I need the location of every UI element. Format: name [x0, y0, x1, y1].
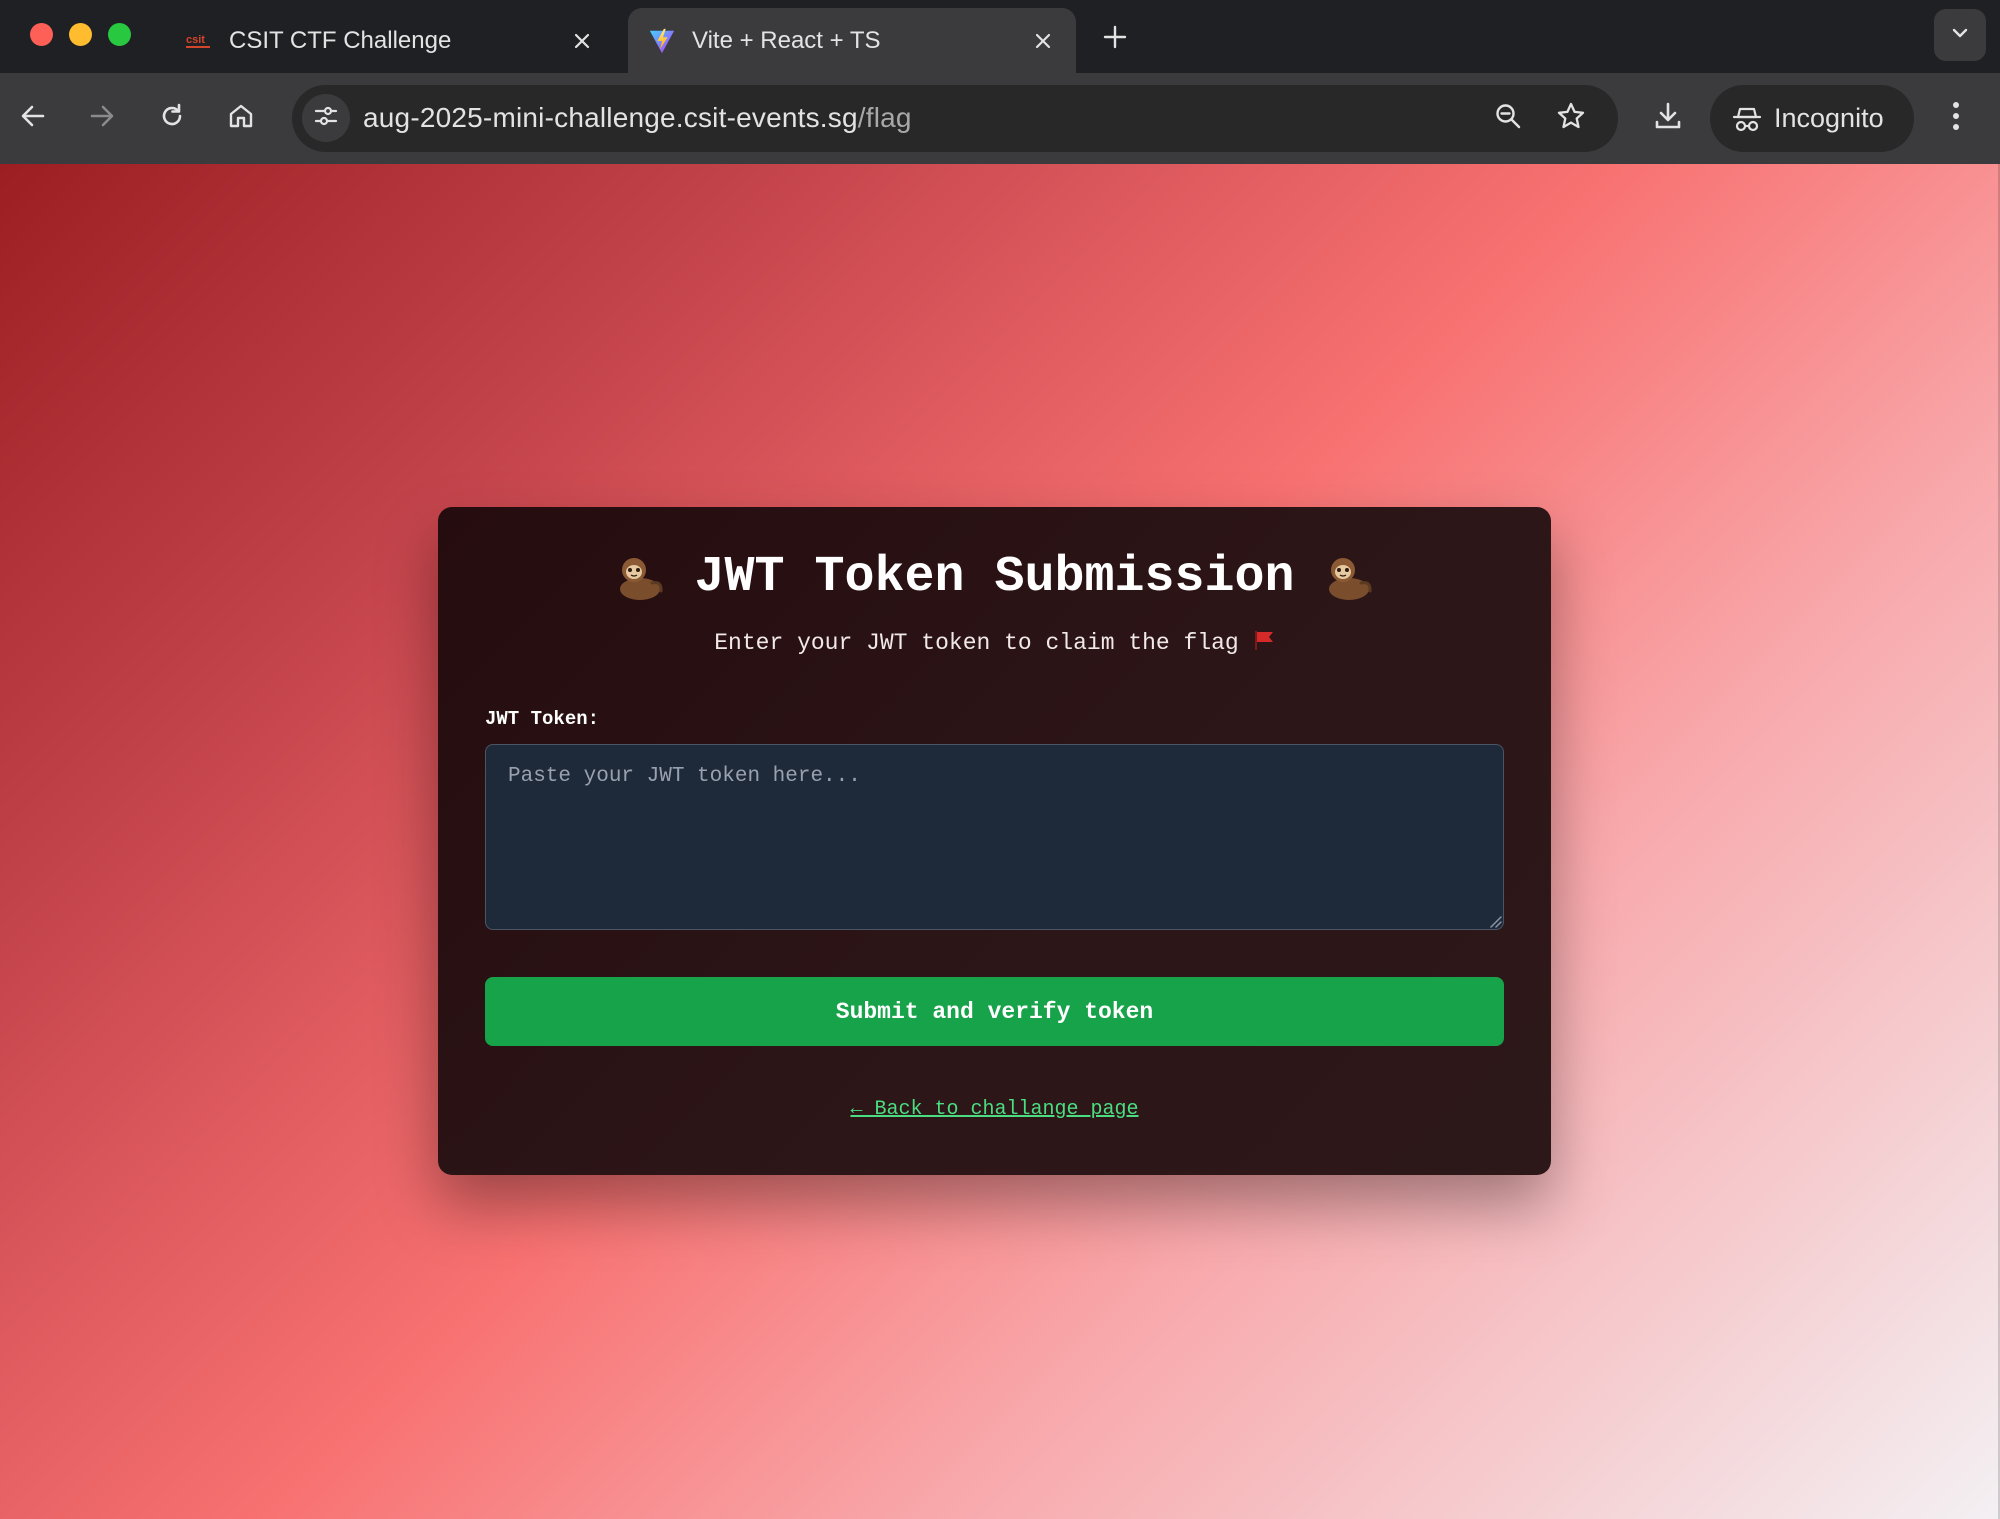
browser-toolbar: aug-2025-mini-challenge.csit-events.sg/f…: [0, 73, 2000, 164]
page-title: JWT Token Submission: [438, 549, 1551, 619]
tab-csit-ctf-challenge[interactable]: csit CSIT CTF Challenge: [165, 8, 615, 73]
arrow-left-icon: [19, 102, 47, 135]
url-path: /flag: [857, 102, 912, 133]
red-flag-icon: [1253, 629, 1275, 658]
star-icon: [1556, 101, 1586, 136]
chevron-down-icon: [1950, 23, 1970, 48]
tab-vite-react-ts[interactable]: Vite + React + TS: [628, 8, 1076, 73]
zoom-out-icon: [1494, 102, 1522, 135]
url-host: aug-2025-mini-challenge.csit-events.sg: [363, 102, 858, 133]
sloth-icon: [614, 553, 666, 603]
home-button[interactable]: [216, 93, 266, 143]
new-tab-button[interactable]: [1095, 17, 1135, 57]
jwt-token-input[interactable]: [485, 744, 1504, 930]
svg-text:csit: csit: [186, 34, 205, 46]
back-to-challenge-link[interactable]: ← Back to challange page: [438, 1098, 1551, 1121]
vite-logo-icon: [648, 27, 676, 55]
browser-menu-button[interactable]: [1931, 93, 1981, 143]
page-viewport: JWT Token Submission Enter your JWT toke…: [0, 164, 2000, 1519]
reload-icon: [158, 102, 186, 135]
tab-search-button[interactable]: [1934, 9, 1986, 61]
arrow-right-icon: [88, 102, 116, 135]
subtitle-text: Enter your JWT token to claim the flag: [714, 630, 1239, 656]
home-icon: [227, 102, 255, 135]
site-info-button[interactable]: [302, 94, 350, 142]
submit-verify-button[interactable]: Submit and verify token: [485, 977, 1504, 1046]
download-icon: [1653, 101, 1683, 136]
title-text: JWT Token Submission: [694, 549, 1295, 606]
csit-logo-icon: csit: [185, 27, 213, 55]
more-vertical-icon: [1952, 101, 1960, 136]
incognito-profile-button[interactable]: Incognito: [1710, 85, 1914, 152]
address-bar[interactable]: aug-2025-mini-challenge.csit-events.sg/f…: [292, 85, 1618, 152]
maximize-window-button[interactable]: [108, 23, 131, 46]
sloth-icon: [1323, 553, 1375, 603]
tab-strip: csit CSIT CTF Challenge Vite + React + T…: [0, 0, 2000, 73]
jwt-token-label: JWT Token:: [485, 708, 600, 730]
resize-handle-icon[interactable]: [1488, 914, 1502, 928]
page-subtitle: Enter your JWT token to claim the flag: [438, 629, 1551, 658]
profile-label: Incognito: [1774, 103, 1884, 133]
bookmark-button[interactable]: [1547, 94, 1595, 142]
forward-button[interactable]: [77, 93, 127, 143]
incognito-icon: [1732, 105, 1762, 133]
reload-button[interactable]: [147, 93, 197, 143]
token-submission-card: JWT Token Submission Enter your JWT toke…: [438, 507, 1551, 1175]
zoom-button[interactable]: [1484, 94, 1532, 142]
close-window-button[interactable]: [30, 23, 53, 46]
downloads-button[interactable]: [1643, 93, 1693, 143]
minimize-window-button[interactable]: [69, 23, 92, 46]
back-button[interactable]: [8, 93, 58, 143]
url-text: aug-2025-mini-challenge.csit-events.sg/f…: [363, 102, 912, 134]
close-tab-icon[interactable]: [1026, 24, 1060, 58]
close-tab-icon[interactable]: [565, 24, 599, 58]
tab-title: CSIT CTF Challenge: [229, 26, 452, 54]
tune-icon: [313, 103, 339, 134]
tab-title: Vite + React + TS: [692, 26, 881, 54]
